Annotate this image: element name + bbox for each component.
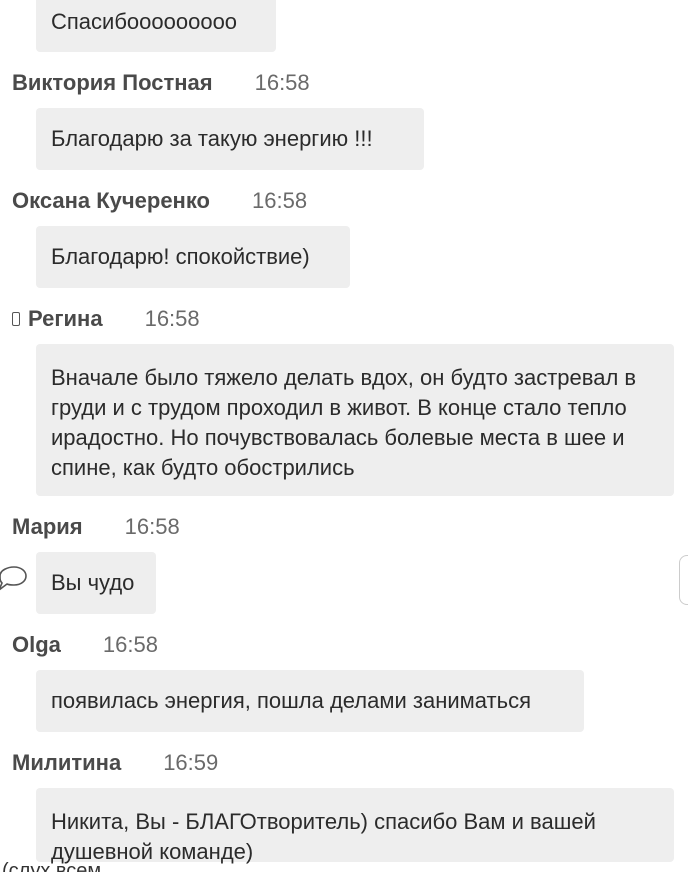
next-message-preview: (слух всем — [2, 860, 102, 872]
message-bubble: Вы чудо — [36, 552, 156, 614]
message-text: Вначале было тяжело делать вдох, он будт… — [51, 365, 637, 480]
author-name[interactable]: Olga — [12, 632, 61, 658]
message-text: Никита, Вы - БЛАГОтворитель) спасибо Вам… — [51, 809, 596, 864]
message-bubble: Никита, Вы - БЛАГОтворитель) спасибо Вам… — [36, 788, 674, 864]
message-time: 16:58 — [102, 632, 158, 657]
message-time: 16:58 — [252, 188, 308, 213]
message-bubble: появилась энергия, пошла делами занимать… — [36, 670, 584, 732]
message-header: Регина 16:58 — [12, 304, 200, 334]
message-header: Olga 16:58 — [12, 630, 158, 660]
message-bubble: Благодарю за такую энергию !!! — [36, 108, 424, 170]
message-header: Виктория Постная 16:58 — [12, 68, 310, 98]
author-name[interactable]: Виктория Постная — [12, 70, 213, 96]
chat-message-list: Спасибооооооооо Виктория Постная 16:58 Б… — [0, 0, 688, 872]
author-name[interactable]: Милитина — [12, 750, 121, 776]
author-name[interactable]: Мария — [12, 514, 83, 540]
message-text: Вы чудо — [51, 570, 135, 595]
author-name[interactable]: Регина — [28, 306, 103, 332]
message-time: 16:58 — [124, 514, 180, 539]
message-header: Оксана Кучеренко 16:58 — [12, 186, 307, 216]
message-bubble: Благодарю! спокойствие) — [36, 226, 350, 288]
message-header: Мария 16:58 — [12, 512, 180, 542]
message-text: Спасибооооооооо — [51, 9, 238, 34]
reply-button[interactable] — [0, 552, 40, 614]
message-text: появилась энергия, пошла делами занимать… — [51, 688, 531, 713]
message-time: 16:59 — [163, 750, 219, 775]
message-text: Благодарю! спокойствие) — [51, 244, 310, 269]
message-bubble: Спасибооооооооо — [36, 0, 276, 52]
author-name[interactable]: Оксана Кучеренко — [12, 188, 210, 214]
message-time: 16:58 — [254, 70, 310, 95]
message-header: Милитина 16:59 — [12, 748, 218, 778]
speech-bubble-icon — [0, 566, 27, 591]
phone-icon — [12, 312, 20, 326]
side-panel-tab[interactable] — [679, 555, 688, 605]
message-text: Благодарю за такую энергию !!! — [51, 126, 373, 151]
message-bubble: Вначале было тяжело делать вдох, он будт… — [36, 344, 674, 496]
message-time: 16:58 — [144, 306, 200, 331]
